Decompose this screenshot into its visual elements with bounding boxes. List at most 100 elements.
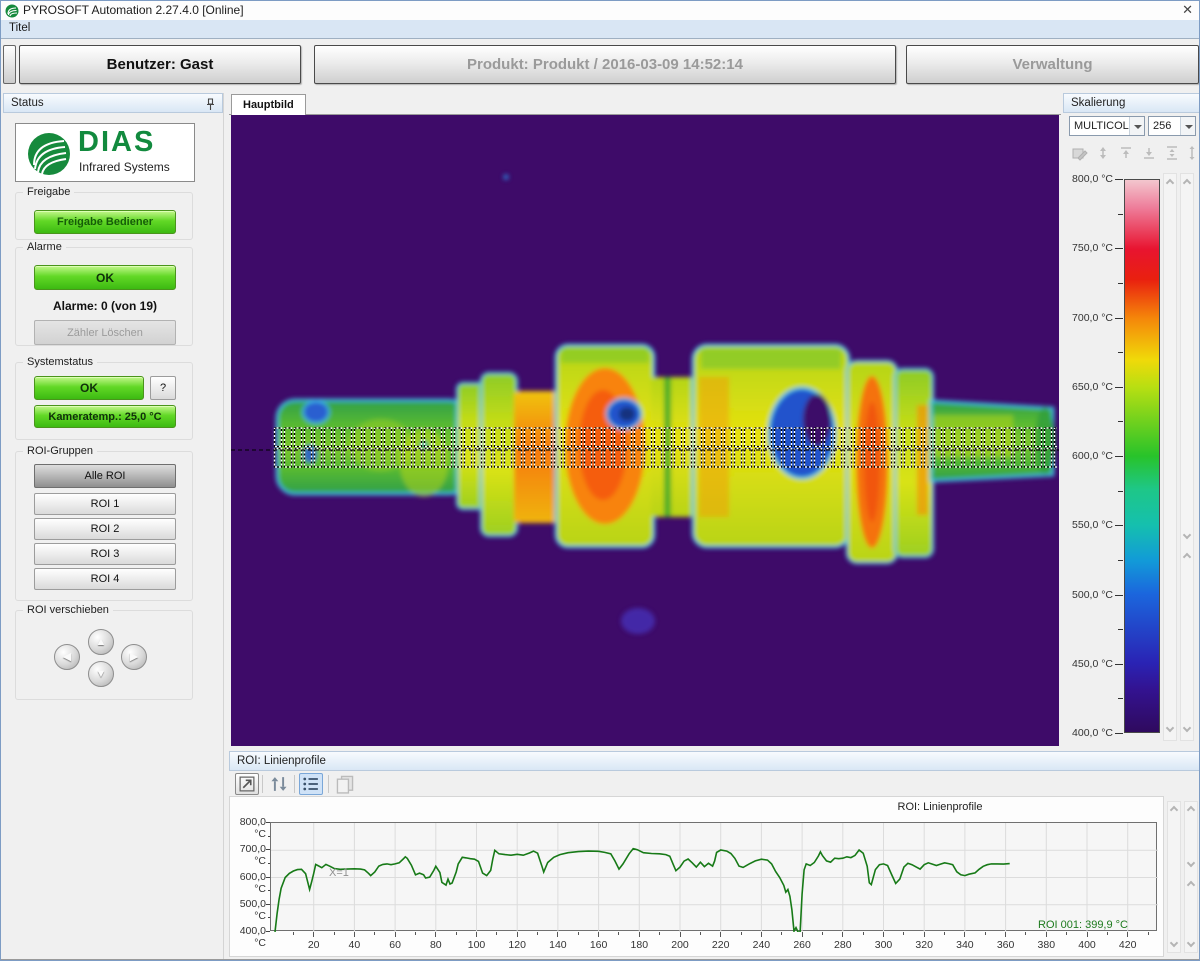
roi-verschieben-label: ROI verschieben xyxy=(23,604,113,616)
menu-item-titel[interactable]: Titel xyxy=(9,22,30,34)
roi-4-button[interactable]: ROI 4 xyxy=(34,568,176,590)
benutzer-button[interactable]: Benutzer: Gast xyxy=(19,45,301,84)
chevron-down-icon[interactable] xyxy=(1187,939,1195,947)
cursor-annotation: X=1 xyxy=(329,867,349,879)
expand-vertical-icon[interactable] xyxy=(1094,145,1112,161)
chevron-up-icon[interactable] xyxy=(1183,553,1191,561)
align-top-icon[interactable] xyxy=(1117,145,1135,161)
chart-scrollbar-outer[interactable] xyxy=(1167,801,1181,953)
scale-tick-label: 400,0 °C xyxy=(1065,727,1113,739)
x-axis-label: 160 xyxy=(584,939,614,951)
profile-toolbar xyxy=(229,771,1200,797)
x-axis-label: 40 xyxy=(339,939,369,951)
x-axis-label: 180 xyxy=(624,939,654,951)
thermal-image-canvas xyxy=(231,115,1059,746)
chevron-up-icon[interactable] xyxy=(1166,179,1174,187)
x-axis-label: 320 xyxy=(909,939,939,951)
dias-logo: DIAS Infrared Systems xyxy=(15,123,195,182)
chevron-down-icon[interactable] xyxy=(1187,859,1195,867)
top-button-row: Benutzer: Gast Produkt: Produkt / 2016-0… xyxy=(1,39,1200,91)
roi-alle-button[interactable]: Alle ROI xyxy=(34,464,176,488)
chart-scrollbar-inner[interactable] xyxy=(1184,801,1198,953)
y-axis-label: 700,0 °C xyxy=(230,843,266,867)
verwaltung-button[interactable]: Verwaltung xyxy=(906,45,1199,84)
chevron-down-icon[interactable] xyxy=(1166,724,1174,732)
status-sidebar: Status DIAS Infrared Systems Freigabe Fr… xyxy=(3,93,224,959)
roi-move-left-button[interactable]: ◀ xyxy=(54,644,80,670)
x-axis-label: 360 xyxy=(991,939,1021,951)
application-window: PYROSOFT Automation 2.27.4.0 [Online] ✕ … xyxy=(0,0,1200,961)
roi-2-button[interactable]: ROI 2 xyxy=(34,518,176,540)
roi-3-button[interactable]: ROI 3 xyxy=(34,543,176,565)
produkt-button[interactable]: Produkt: Produkt / 2016-03-09 14:52:14 xyxy=(314,45,896,84)
scale-tick-label: 600,0 °C xyxy=(1065,450,1113,462)
status-panel-header: Status xyxy=(3,93,223,113)
y-axis-label: 500,0 °C xyxy=(230,898,266,922)
align-bottom-icon[interactable] xyxy=(1140,145,1158,161)
alarme-count-text: Alarme: 0 (von 19) xyxy=(16,299,194,313)
freigabe-group: Freigabe Freigabe Bediener xyxy=(15,192,193,240)
toolbar-separator xyxy=(294,775,295,793)
list-view-icon[interactable] xyxy=(299,773,323,795)
scale-tick-label: 800,0 °C xyxy=(1065,173,1113,185)
systemstatus-label: Systemstatus xyxy=(23,356,97,368)
scale-tick-label: 700,0 °C xyxy=(1065,312,1113,324)
status-panel-title: Status xyxy=(11,97,44,109)
scale-tick-label: 750,0 °C xyxy=(1065,242,1113,254)
camera-temp-indicator: Kameratemp.: 25,0 °C xyxy=(34,405,176,428)
x-axis-label: 100 xyxy=(462,939,492,951)
palette-select[interactable]: MULTICOLOR xyxy=(1069,116,1145,136)
roi-move-right-button[interactable]: ▶ xyxy=(121,644,147,670)
x-axis-label: 220 xyxy=(706,939,736,951)
roi-move-up-button[interactable]: ▲ xyxy=(88,629,114,655)
scale-min-scrollbar[interactable] xyxy=(1180,173,1194,741)
roi-gruppen-group: ROI-Gruppen Alle ROI ROI 1 ROI 2 ROI 3 R… xyxy=(15,451,193,601)
chevron-up-icon[interactable] xyxy=(1187,806,1195,814)
y-axis-label: 800,0 °C xyxy=(230,816,266,840)
toolbar-separator xyxy=(328,775,329,793)
dias-swirl-icon xyxy=(5,4,19,18)
x-axis-label: 80 xyxy=(421,939,451,951)
chevron-down-icon[interactable] xyxy=(1170,939,1178,947)
x-axis-label: 20 xyxy=(299,939,329,951)
fit-vertical-icon[interactable] xyxy=(1183,145,1200,161)
x-axis-label: 240 xyxy=(746,939,776,951)
scale-tick-label: 650,0 °C xyxy=(1065,381,1113,393)
system-ok-indicator: OK xyxy=(34,376,144,400)
collapsed-side-button[interactable] xyxy=(3,45,16,84)
roi-move-down-button[interactable]: ▼ xyxy=(88,661,114,687)
scale-tick-label: 500,0 °C xyxy=(1065,589,1113,601)
copy-icon[interactable] xyxy=(333,773,357,795)
chevron-up-icon[interactable] xyxy=(1170,806,1178,814)
window-titlebar: PYROSOFT Automation 2.27.4.0 [Online] ✕ xyxy=(1,1,1200,20)
zaehler-loeschen-button[interactable]: Zähler Löschen xyxy=(34,320,176,345)
menubar: Titel xyxy=(1,20,1200,39)
scale-tick-label: 450,0 °C xyxy=(1065,658,1113,670)
chevron-down-icon[interactable] xyxy=(1183,531,1191,539)
levels-select[interactable]: 256 xyxy=(1148,116,1196,136)
dias-logo-icon xyxy=(26,131,72,177)
palette-settings-icon[interactable] xyxy=(1071,145,1089,161)
chevron-up-icon[interactable] xyxy=(1187,881,1195,889)
chart-title: ROI: Linienprofile xyxy=(530,801,1200,813)
x-axis-label: 340 xyxy=(950,939,980,951)
dias-subtitle-text: Infrared Systems xyxy=(79,160,170,174)
close-icon[interactable]: ✕ xyxy=(1182,2,1193,18)
roi-profile-band[interactable] xyxy=(273,427,1057,468)
pin-icon[interactable] xyxy=(205,98,216,111)
x-axis-label: 260 xyxy=(787,939,817,951)
thermal-image[interactable] xyxy=(231,115,1059,746)
profile-plot[interactable]: X=1 ROI 001: 399,9 °C xyxy=(270,822,1157,931)
compress-vertical-icon[interactable] xyxy=(1163,145,1181,161)
sort-vertical-icon[interactable] xyxy=(267,773,291,795)
tab-hauptbild[interactable]: Hauptbild xyxy=(231,94,306,116)
toolbar-separator xyxy=(262,775,263,793)
freigabe-label: Freigabe xyxy=(23,186,74,198)
freigabe-bediener-button[interactable]: Freigabe Bediener xyxy=(34,210,176,234)
scale-max-scrollbar[interactable] xyxy=(1163,173,1177,741)
roi-1-button[interactable]: ROI 1 xyxy=(34,493,176,515)
chevron-up-icon[interactable] xyxy=(1183,179,1191,187)
system-help-button[interactable]: ? xyxy=(150,376,176,400)
open-in-window-icon[interactable] xyxy=(235,773,259,795)
chevron-down-icon[interactable] xyxy=(1183,724,1191,732)
